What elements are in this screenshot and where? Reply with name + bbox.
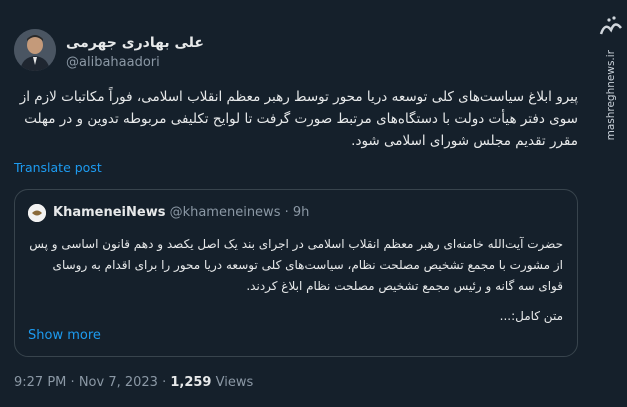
quoted-avatar-logo-icon [28, 204, 46, 222]
footer-separator: · [70, 375, 75, 390]
avatar-image [14, 29, 56, 71]
views-label: Views [215, 375, 254, 390]
quoted-header: KhameneiNews @khameneinews · 9h [53, 205, 309, 220]
quoted-more-text: متن کامل:... [499, 309, 563, 323]
quoted-author-name[interactable]: KhameneiNews [53, 205, 165, 220]
quoted-tweet[interactable]: KhameneiNews @khameneinews · 9h حضرت آیت… [14, 189, 578, 357]
mashregh-logo-icon [599, 16, 622, 35]
quoted-avatar [28, 204, 46, 222]
avatar[interactable] [14, 29, 56, 71]
watermark-site: mashreghnews.ir [605, 50, 617, 141]
tweet-footer: 9:27 PM · Nov 7, 2023 · 1,259 Views [14, 375, 253, 390]
post-date[interactable]: Nov 7, 2023 [79, 375, 158, 390]
author-handle[interactable]: @alibahaadori [66, 55, 160, 70]
show-more-link[interactable]: Show more [28, 328, 101, 343]
watermark: mashreghnews.ir [597, 6, 625, 140]
quoted-separator: · [284, 205, 289, 220]
quoted-time[interactable]: 9h [293, 205, 310, 220]
quoted-text: حضرت آیت‌الله خامنه‌ای رهبر معظم انقلاب … [29, 237, 563, 293]
quoted-author-handle[interactable]: @khameneinews [170, 205, 281, 220]
tweet-text: پیرو ابلاغ سیاست‌های کلی توسعه دریا محور… [19, 89, 578, 149]
footer-separator: · [162, 375, 167, 390]
translate-post-link[interactable]: Translate post [14, 160, 102, 175]
post-time[interactable]: 9:27 PM [14, 375, 66, 390]
views-count: 1,259 [170, 375, 212, 390]
author-name[interactable]: علی بهادری جهرمی [66, 35, 204, 51]
